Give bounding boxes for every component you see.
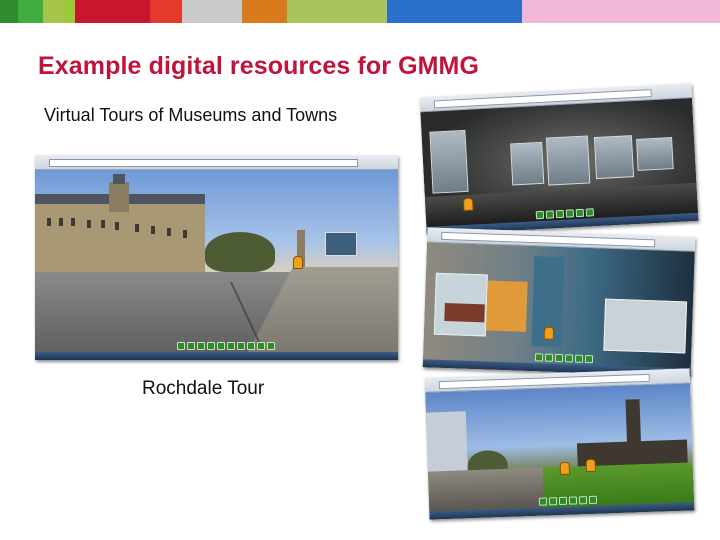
nav-button[interactable] xyxy=(575,208,585,218)
nav-button[interactable] xyxy=(227,342,235,350)
nav-button[interactable] xyxy=(584,354,594,364)
nav-button[interactable] xyxy=(574,354,584,363)
nav-button[interactable] xyxy=(257,342,265,350)
museum-scene xyxy=(422,242,695,377)
color-segment xyxy=(65,0,75,23)
nav-button[interactable] xyxy=(177,342,185,350)
nav-button[interactable] xyxy=(555,209,565,219)
tour-navigation-bar xyxy=(177,342,275,350)
nav-button[interactable] xyxy=(545,210,555,219)
hotspot-marker[interactable] xyxy=(293,256,303,269)
museum-interior-displays-screenshot xyxy=(422,227,696,377)
nav-button[interactable] xyxy=(585,208,595,217)
color-segment xyxy=(0,0,18,23)
nav-button[interactable] xyxy=(534,353,544,362)
town-hall-square-screenshot xyxy=(424,368,695,520)
nav-button[interactable] xyxy=(548,497,558,506)
nav-button[interactable] xyxy=(588,495,598,505)
nav-button[interactable] xyxy=(568,496,578,505)
nav-button[interactable] xyxy=(237,342,245,350)
hotspot-marker[interactable] xyxy=(559,461,571,475)
header-color-bar xyxy=(0,0,720,23)
color-segment xyxy=(75,0,150,23)
nav-button[interactable] xyxy=(217,342,225,350)
nav-button[interactable] xyxy=(247,342,255,350)
nav-button[interactable] xyxy=(187,342,195,350)
nav-button[interactable] xyxy=(564,354,574,363)
hotspot-marker[interactable] xyxy=(585,458,596,473)
taskbar xyxy=(35,352,398,360)
nav-button[interactable] xyxy=(544,353,554,362)
color-segment xyxy=(43,0,65,23)
nav-button[interactable] xyxy=(554,353,564,363)
tour-caption: Rochdale Tour xyxy=(142,378,265,399)
nav-button[interactable] xyxy=(565,209,575,218)
color-segment xyxy=(150,0,182,23)
street-scene xyxy=(35,170,398,360)
nav-button[interactable] xyxy=(578,496,588,505)
hotspot-marker[interactable] xyxy=(543,326,555,340)
color-segment xyxy=(522,0,720,23)
color-segment xyxy=(287,0,387,23)
nav-button[interactable] xyxy=(197,342,205,350)
hotspot-marker[interactable] xyxy=(462,197,474,212)
nav-button[interactable] xyxy=(535,210,545,220)
tour-navigation-bar xyxy=(534,353,594,364)
address-bar xyxy=(49,159,358,167)
browser-chrome xyxy=(35,155,398,170)
color-segment xyxy=(387,0,522,23)
nav-button[interactable] xyxy=(207,342,215,350)
nav-button[interactable] xyxy=(538,497,548,506)
color-segment xyxy=(18,0,43,23)
color-segment xyxy=(182,0,242,23)
rochdale-street-view-screenshot xyxy=(35,155,398,360)
nav-button[interactable] xyxy=(558,496,568,506)
museum-interior-gallery-screenshot xyxy=(419,82,699,236)
color-segment xyxy=(242,0,287,23)
slide-title: Example digital resources for GMMG xyxy=(38,52,480,80)
nav-button[interactable] xyxy=(267,342,275,350)
town-scene xyxy=(425,383,695,520)
slide-subtitle: Virtual Tours of Museums and Towns xyxy=(44,105,338,125)
